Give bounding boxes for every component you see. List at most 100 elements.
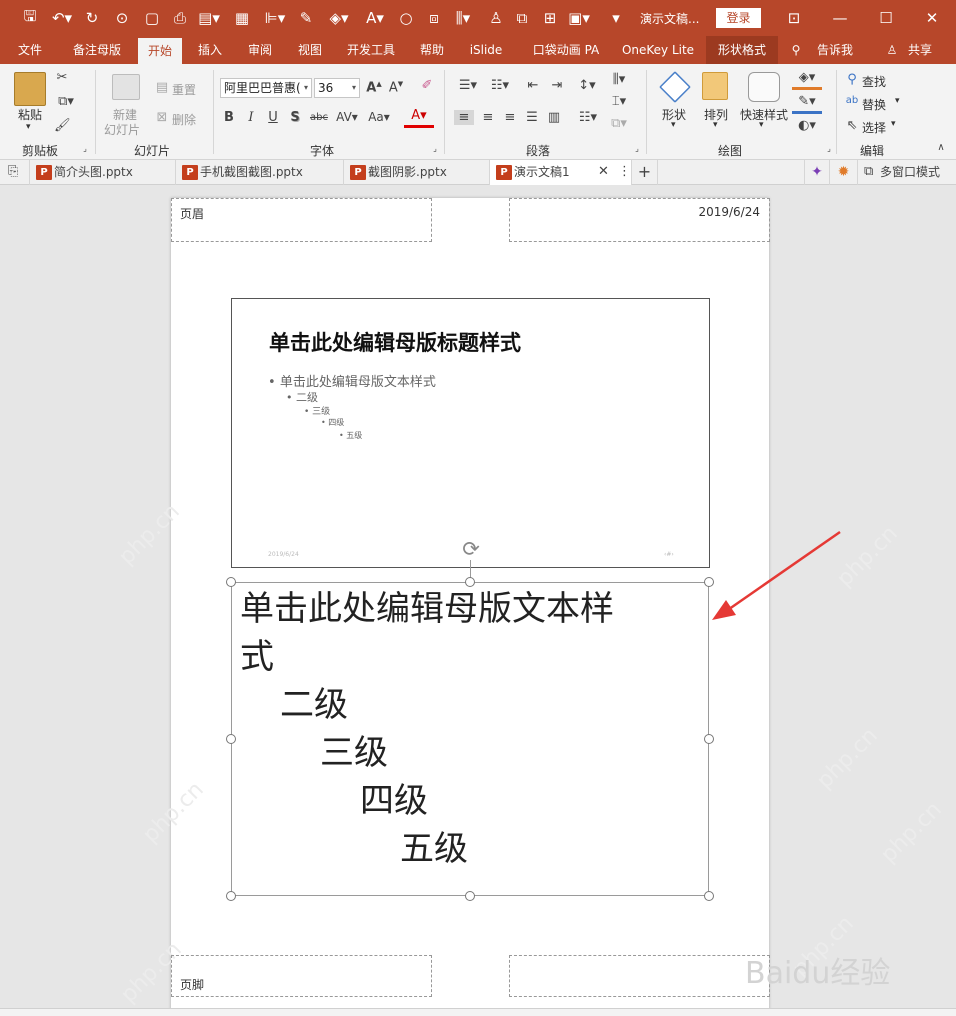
- shadow-icon[interactable]: S: [288, 110, 302, 125]
- select-cursor-icon[interactable]: ⇖: [844, 118, 860, 133]
- redo-icon[interactable]: ↻: [82, 8, 102, 28]
- strikethrough-icon[interactable]: abc: [308, 112, 330, 123]
- tab-home[interactable]: 开始: [138, 38, 182, 64]
- new-icon[interactable]: ▢: [142, 8, 162, 28]
- clipboard-launcher-icon[interactable]: ⌟: [80, 144, 90, 153]
- chart-icon[interactable]: ⫼▾: [450, 8, 476, 28]
- paste-button-label[interactable]: 粘贴: [18, 106, 42, 123]
- maximize-icon[interactable]: ☐: [874, 6, 898, 30]
- format-painter-icon[interactable]: 🖌: [54, 118, 71, 133]
- bullets-icon[interactable]: ☰▾: [454, 78, 482, 93]
- arrange-icon[interactable]: [702, 72, 728, 100]
- minimize-icon[interactable]: —: [828, 6, 852, 30]
- more-icon[interactable]: ▾: [608, 8, 624, 28]
- paste-icon[interactable]: [14, 72, 46, 106]
- shape-effects-icon[interactable]: ◐▾: [792, 118, 822, 133]
- change-case-icon[interactable]: Aa▾: [364, 110, 394, 124]
- collapse-ribbon-icon[interactable]: ∧: [934, 142, 948, 153]
- italic-icon[interactable]: I: [244, 110, 258, 125]
- login-button[interactable]: 登录: [716, 8, 761, 28]
- cut-icon[interactable]: ✂: [54, 70, 70, 85]
- slide-image-placeholder[interactable]: 单击此处编辑母版标题样式 • 单击此处编辑母版文本样式 • 二级 • 三级 • …: [231, 298, 710, 568]
- drawing-launcher-icon[interactable]: ⌟: [824, 144, 834, 153]
- doc-tab[interactable]: P 截图阴影.pptx: [344, 160, 490, 185]
- font-color-icon[interactable]: A▾: [362, 8, 388, 28]
- reset-button[interactable]: 重置: [172, 81, 196, 98]
- line-spacing-icon[interactable]: ↕▾: [576, 78, 598, 93]
- resize-handle[interactable]: [226, 891, 236, 901]
- save-icon[interactable]: 🖫: [20, 7, 40, 28]
- more-vertical-icon[interactable]: ⋮: [618, 160, 631, 184]
- reset-icon[interactable]: ▤: [154, 80, 170, 95]
- doc-tab[interactable]: P 手机截图截图.pptx: [176, 160, 344, 185]
- format-icon[interactable]: ⧉: [512, 8, 532, 28]
- delete-icon[interactable]: ⊠: [154, 110, 170, 125]
- quick-styles-button[interactable]: 快速样式: [740, 106, 788, 123]
- font-size-combo[interactable]: 36 ▾: [314, 78, 360, 98]
- chevron-down-icon[interactable]: ▾: [671, 120, 676, 130]
- increase-indent-icon[interactable]: ⇥: [548, 78, 566, 93]
- align-icon[interactable]: ⊫▾: [262, 8, 288, 28]
- tab-help[interactable]: 帮助: [410, 36, 454, 64]
- shapes-icon[interactable]: [659, 71, 691, 103]
- tab-tell-me[interactable]: 告诉我: [810, 36, 860, 64]
- doc-tab-active[interactable]: P 演示文稿1 ✕ ⋮: [490, 160, 632, 185]
- person-icon[interactable]: ♙: [486, 8, 506, 28]
- tab-developer[interactable]: 开发工具: [340, 36, 402, 64]
- char-spacing-icon[interactable]: AV▾: [332, 110, 362, 124]
- shape-icon[interactable]: ⧈: [424, 8, 444, 28]
- multi-window-mode-button[interactable]: ⧉ 多窗口模式: [858, 160, 956, 185]
- tab-pocket-animation[interactable]: 口袋动画 PA: [524, 36, 608, 64]
- chevron-down-icon[interactable]: ▾: [713, 120, 718, 130]
- find-icon[interactable]: ⚲: [844, 72, 860, 87]
- print-preview-icon[interactable]: ⎙: [170, 8, 190, 28]
- clear-format-icon[interactable]: ✐: [418, 78, 436, 93]
- settings-gear-icon[interactable]: ✹: [830, 160, 858, 185]
- lightbulb-icon[interactable]: ⚲: [788, 36, 804, 64]
- notes-placeholder[interactable]: 单击此处编辑母版文本样 式 二级 三级 四级 五级: [231, 582, 709, 896]
- page-number-placeholder[interactable]: [509, 955, 770, 997]
- select-button[interactable]: 选择: [862, 119, 886, 136]
- layout-icon[interactable]: ▦: [232, 8, 252, 28]
- align-text-icon[interactable]: ⌶▾: [606, 94, 632, 109]
- tab-shape-format[interactable]: 形状格式: [706, 36, 778, 64]
- preview-icon[interactable]: ⊙: [112, 8, 132, 28]
- tab-onekey-lite[interactable]: OneKey Lite: [616, 36, 700, 64]
- resize-handle[interactable]: [226, 734, 236, 744]
- chevron-down-icon[interactable]: ▾: [895, 96, 900, 106]
- align-center-icon[interactable]: ≡: [478, 110, 498, 125]
- footer-placeholder[interactable]: 页脚: [171, 955, 432, 997]
- align-left-icon[interactable]: ≡: [454, 110, 474, 125]
- font-name-combo[interactable]: 阿里巴巴普惠(▾: [220, 78, 312, 98]
- date-placeholder[interactable]: 2019/6/24: [509, 198, 770, 242]
- rotate-handle-icon[interactable]: ⟳: [458, 536, 484, 562]
- numbering-icon[interactable]: ☷▾: [486, 78, 514, 93]
- shrink-font-icon[interactable]: A▼: [388, 80, 404, 95]
- replace-icon[interactable]: ab: [842, 95, 862, 106]
- tab-list-icon[interactable]: ⎘: [0, 160, 30, 185]
- group-icon[interactable]: ⊞: [540, 8, 560, 28]
- undo-icon[interactable]: ↶▾: [48, 8, 76, 28]
- tab-share[interactable]: 共享: [902, 36, 938, 64]
- paragraph-launcher-icon[interactable]: ⌟: [632, 144, 642, 153]
- tab-view[interactable]: 视图: [288, 36, 332, 64]
- resize-handle[interactable]: [226, 577, 236, 587]
- pen-icon[interactable]: ✎: [296, 8, 316, 28]
- new-slide-label-2[interactable]: 幻灯片: [104, 121, 140, 138]
- justify-icon[interactable]: ☰: [522, 110, 542, 125]
- decrease-indent-icon[interactable]: ⇤: [524, 78, 542, 93]
- underline-icon[interactable]: U: [266, 110, 280, 125]
- smartart-icon[interactable]: ⧉▾: [606, 116, 632, 131]
- bold-icon[interactable]: B: [222, 110, 236, 125]
- shape-fill-icon[interactable]: ◈▾: [792, 70, 822, 90]
- shape-outline-icon[interactable]: ✎▾: [792, 94, 822, 114]
- new-slide-icon[interactable]: [112, 74, 140, 100]
- ribbon-display-icon[interactable]: ⊡: [782, 6, 806, 30]
- tab-notes-master[interactable]: 备注母版: [64, 36, 130, 64]
- resize-handle[interactable]: [704, 734, 714, 744]
- slideshow-icon[interactable]: ▤▾: [196, 8, 222, 28]
- font-color-icon[interactable]: A▾: [404, 108, 434, 128]
- chevron-down-icon[interactable]: ▾: [759, 120, 764, 130]
- find-button[interactable]: 查找: [862, 73, 886, 90]
- chevron-down-icon[interactable]: ▾: [891, 119, 896, 129]
